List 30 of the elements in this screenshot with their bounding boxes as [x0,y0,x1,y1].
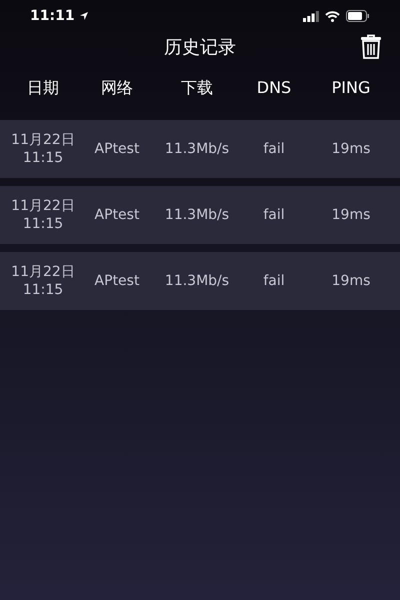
column-header: 日期 [26,77,60,99]
column-header: PING [330,77,372,99]
table-cell-text: 11.3Mb/s [164,206,230,224]
wifi-icon [325,10,340,22]
table-cell: 11月22日 [11,131,75,149]
table-cell: 11:15 [22,281,64,299]
table-cell-text: 11.3Mb/s [164,140,230,158]
trash-icon[interactable] [360,34,382,60]
table-cell-text: APtest [94,140,140,158]
battery-icon [346,10,370,22]
table-cell-text: APtest [94,272,140,290]
column-header: 下载 [180,77,214,99]
table-cell: 11月22日 [11,197,75,215]
table-cell-text: fail [263,206,285,224]
table-cell: 11:15 [22,215,64,233]
signal-icon [303,10,319,22]
table-cell-text: 11.3Mb/s [164,272,230,290]
location-arrow-icon [78,11,89,21]
page-title: 历史记录 [164,36,236,60]
table-cell-text: APtest [94,206,140,224]
table-cell-text: 19ms [332,272,370,290]
table-cell-text: 19ms [332,206,370,224]
table-cell: 11:15 [22,149,64,167]
table-cell-text: fail [263,140,285,158]
table-cell-text: 19ms [332,140,370,158]
column-header: 网络 [100,77,134,99]
table-cell: 11月22日 [11,263,75,281]
status-time: 11:11 [30,6,75,26]
table-cell-text: fail [263,272,285,290]
column-header: DNS [256,77,292,99]
